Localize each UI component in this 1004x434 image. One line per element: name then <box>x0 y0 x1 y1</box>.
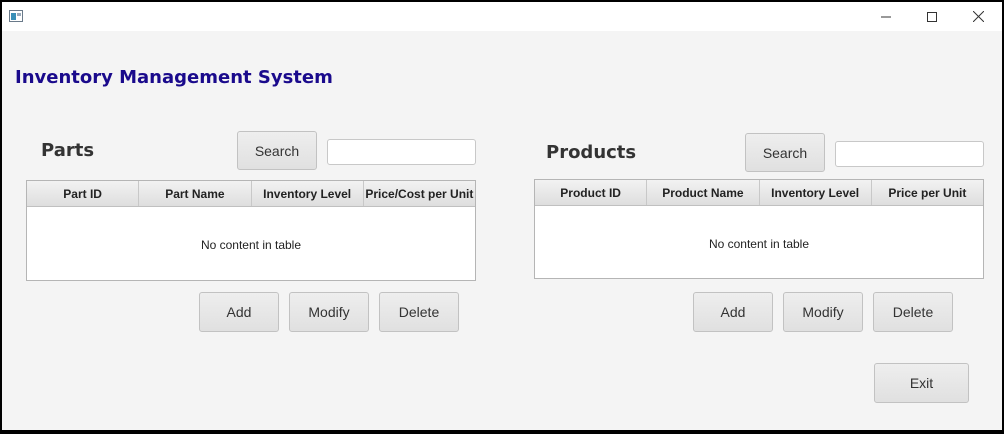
products-search-button[interactable]: Search <box>745 133 825 172</box>
parts-col-part-id[interactable]: Part ID <box>27 181 140 206</box>
products-delete-button[interactable]: Delete <box>873 292 953 332</box>
app-title: Inventory Management System <box>15 67 333 88</box>
app-icon <box>9 9 23 22</box>
parts-col-price-cost[interactable]: Price/Cost per Unit <box>364 181 475 206</box>
minimize-icon <box>881 12 891 22</box>
parts-col-part-name[interactable]: Part Name <box>139 181 252 206</box>
products-search-input[interactable] <box>835 141 984 167</box>
maximize-button[interactable] <box>909 2 955 31</box>
parts-search-input[interactable] <box>327 139 476 165</box>
parts-delete-button[interactable]: Delete <box>379 292 459 332</box>
products-col-product-id[interactable]: Product ID <box>535 180 648 205</box>
maximize-icon <box>927 11 937 22</box>
parts-search-button[interactable]: Search <box>237 131 317 170</box>
main-window: Inventory Management System Parts Search… <box>2 2 1003 430</box>
close-button[interactable] <box>955 2 1001 31</box>
minimize-button[interactable] <box>863 2 909 31</box>
parts-title: Parts <box>41 140 95 161</box>
parts-modify-button[interactable]: Modify <box>289 292 369 332</box>
products-col-inventory-level[interactable]: Inventory Level <box>760 180 872 205</box>
products-col-product-name[interactable]: Product Name <box>647 180 760 205</box>
products-table[interactable]: Product ID Product Name Inventory Level … <box>534 179 984 279</box>
parts-table-header: Part ID Part Name Inventory Level Price/… <box>27 181 475 207</box>
products-title: Products <box>546 142 637 163</box>
parts-add-button[interactable]: Add <box>199 292 279 332</box>
products-col-price[interactable]: Price per Unit <box>872 180 983 205</box>
parts-empty-placeholder: No content in table <box>200 238 302 252</box>
products-add-button[interactable]: Add <box>693 292 773 332</box>
exit-button[interactable]: Exit <box>874 363 969 403</box>
title-bar[interactable] <box>2 2 1002 31</box>
parts-col-inventory-level[interactable]: Inventory Level <box>252 181 364 206</box>
parts-table[interactable]: Part ID Part Name Inventory Level Price/… <box>26 180 476 281</box>
close-icon <box>972 11 984 22</box>
products-modify-button[interactable]: Modify <box>783 292 863 332</box>
products-table-header: Product ID Product Name Inventory Level … <box>535 180 983 206</box>
products-empty-placeholder: No content in table <box>708 237 810 251</box>
